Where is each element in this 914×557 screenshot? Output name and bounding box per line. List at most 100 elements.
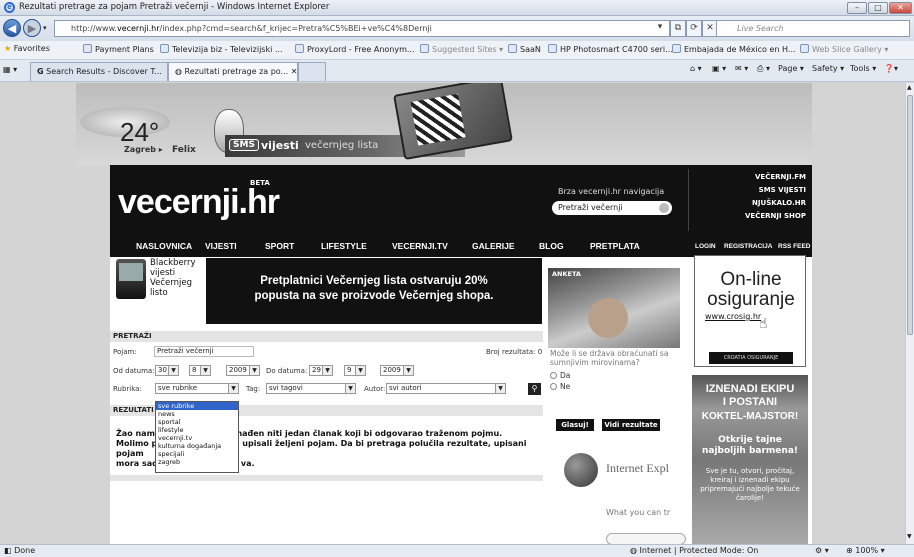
koktel-ad[interactable]: IZNENADI EKIPU I POSTANI KOKTEL-MAJSTOR! … — [692, 375, 808, 544]
page-menu[interactable]: Page ▾ — [778, 64, 804, 73]
fav-item[interactable]: ProxyLord - Free Anonym... — [295, 44, 415, 54]
option[interactable]: specijali — [156, 450, 238, 458]
security-icon[interactable]: ⚙ ▾ — [815, 545, 829, 557]
nav-registracija[interactable]: REGISTRACIJA — [724, 243, 772, 250]
subscription-promo[interactable]: Pretplatnici Večernjeg lista ostvaruju 2… — [206, 258, 542, 324]
history-dropdown-icon[interactable]: ▾ — [43, 24, 47, 32]
address-dropdown-icon[interactable]: ▾ — [652, 20, 668, 37]
address-bar[interactable]: http://www.vecernji.hr/index.php?cmd=sea… — [54, 20, 670, 37]
quick-tabs-icon[interactable]: ▦ ▾ — [3, 65, 17, 74]
option[interactable]: kulturna događanja — [156, 442, 238, 450]
od-day-select[interactable]: 30 ▼ — [155, 365, 179, 376]
back-button[interactable]: ◀ — [3, 19, 21, 37]
ie-ad-input[interactable] — [606, 533, 686, 544]
rubrika-select[interactable]: sve rubrike ▼ — [155, 383, 239, 394]
fav-item[interactable]: Web Slice Gallery ▾ — [800, 44, 888, 54]
do-year-select[interactable]: 2009 ▼ — [380, 365, 414, 376]
do-day-select[interactable]: 29 ▼ — [309, 365, 333, 376]
link-sms-vijesti[interactable]: SMS VIJESTI — [759, 186, 806, 194]
nav-galerije[interactable]: GALERIJE — [472, 241, 515, 251]
divider — [110, 475, 543, 481]
feeds-icon[interactable]: ▣ ▾ — [712, 64, 726, 73]
crosig-ad[interactable]: On-line osiguranje www.crosig.hr ☝ CROATI… — [694, 255, 806, 367]
option[interactable]: lifestyle — [156, 426, 238, 434]
nav-lifestyle[interactable]: LIFESTYLE — [321, 241, 367, 251]
nav-rss[interactable]: RSS FEED — [778, 243, 811, 250]
autor-select[interactable]: svi autori ▼ — [386, 383, 506, 394]
print-icon[interactable]: ⎙ ▾ — [757, 64, 770, 74]
help-icon[interactable]: ❓▾ — [884, 64, 898, 73]
option[interactable]: sportal — [156, 418, 238, 426]
tag-select[interactable]: svi tagovi ▼ — [266, 383, 356, 394]
weather-city[interactable]: Zagreb ▸ — [124, 145, 163, 154]
option[interactable]: news — [156, 410, 238, 418]
zone-status[interactable]: ◍ Internet | Protected Mode: On — [630, 545, 758, 557]
beta-badge: BETA — [250, 179, 270, 187]
forward-button[interactable]: ▶ — [23, 19, 41, 37]
nav-blog[interactable]: BLOG — [539, 241, 564, 251]
scroll-thumb[interactable] — [907, 95, 913, 335]
tools-menu[interactable]: Tools ▾ — [850, 64, 876, 73]
pojam-label: Pojam: — [113, 348, 137, 356]
option[interactable]: vecernji.tv — [156, 434, 238, 442]
poll-option-yes[interactable]: Da — [550, 371, 570, 380]
live-search-input[interactable]: Live Search — [716, 20, 910, 37]
page-icon — [508, 44, 517, 53]
nav-pretplata[interactable]: PRETPLATA — [590, 241, 640, 251]
compat-view-icon[interactable]: ⧉ — [670, 20, 686, 37]
nav-sport[interactable]: SPORT — [265, 241, 294, 251]
crosig-url[interactable]: www.crosig.hr — [705, 312, 761, 321]
link-vecernji-fm[interactable]: VEČERNJI.FM — [755, 173, 806, 181]
od-year-select[interactable]: 2009 ▼ — [226, 365, 260, 376]
search-section-header: PRETRAŽI — [110, 331, 543, 342]
scroll-up-icon[interactable]: ▲ — [907, 84, 912, 91]
favorites-button[interactable]: ★ Favorites — [4, 44, 50, 53]
blackberry-phone-icon[interactable] — [116, 259, 146, 299]
search-go-icon[interactable] — [659, 203, 669, 213]
zoom-control[interactable]: ⊕ 100% ▾ — [846, 545, 885, 557]
quick-nav-search[interactable]: Pretraži večernji — [552, 201, 672, 215]
new-tab-button[interactable] — [298, 62, 326, 81]
status-text: ◧ Done — [4, 546, 36, 555]
fav-item[interactable]: SaaN — [508, 44, 541, 54]
radio-icon[interactable] — [550, 372, 557, 379]
nav-vijesti[interactable]: VIJESTI — [205, 241, 237, 251]
fav-item[interactable]: Televizija biz - Televizijski ... — [160, 44, 283, 54]
close-button[interactable]: ✕ — [889, 2, 912, 14]
vertical-scrollbar[interactable]: ▲ ▼ — [905, 83, 914, 544]
do-month-select[interactable]: 9 ▼ — [344, 365, 366, 376]
mail-icon[interactable]: ✉ ▾ — [735, 64, 748, 73]
fav-item[interactable]: Embajada de México en H... — [672, 44, 796, 54]
blackberry-promo[interactable]: Blackberry vijesti Večernjeg listo — [150, 258, 196, 298]
option[interactable]: sve rubrike — [156, 402, 238, 410]
safety-menu[interactable]: Safety ▾ — [812, 64, 844, 73]
fav-item[interactable]: Payment Plans — [83, 44, 154, 54]
maximize-button[interactable]: □ — [868, 2, 888, 14]
scroll-down-icon[interactable]: ▼ — [907, 533, 912, 540]
ie-ad[interactable]: Internet Expl What you can tr — [564, 453, 694, 544]
radio-icon[interactable] — [550, 383, 557, 390]
nav-vecernji-tv[interactable]: VECERNJI.TV — [392, 241, 448, 251]
search-button[interactable]: ⚲ — [528, 383, 541, 395]
close-tab-icon[interactable]: ✕ — [291, 67, 297, 76]
link-njuskalo[interactable]: NJUŠKALO.HR — [752, 199, 806, 207]
tab-rezultati[interactable]: ◍ Rezultati pretrage za po... ✕ — [168, 62, 298, 81]
tab-search-results[interactable]: G Search Results - Discover T... — [30, 62, 168, 81]
poll-option-no[interactable]: Ne — [550, 382, 570, 391]
fav-item[interactable]: HP Photosmart C4700 seri... — [548, 44, 673, 54]
rubrika-dropdown-list[interactable]: sve rubrike news sportal lifestyle vecer… — [155, 401, 239, 473]
pojam-input[interactable]: Pretraži večernji — [154, 346, 254, 357]
poll-results-button[interactable]: Vidi rezultate — [602, 419, 660, 431]
od-month-select[interactable]: 8 ▼ — [189, 365, 211, 376]
option[interactable]: zagreb — [156, 458, 238, 466]
vote-button[interactable]: Glasuj! — [556, 419, 594, 431]
minimize-button[interactable]: – — [847, 2, 867, 14]
home-icon[interactable]: ⌂ ▾ — [690, 64, 702, 73]
nav-naslovnica[interactable]: NASLOVNICA — [136, 241, 192, 251]
site-logo[interactable]: vecernji.hr — [118, 183, 280, 222]
refresh-icon[interactable]: ⟳ — [686, 20, 702, 37]
nav-login[interactable]: LOGIN — [695, 243, 716, 250]
fav-item[interactable]: Suggested Sites ▾ — [420, 44, 503, 54]
link-vecernji-shop[interactable]: VEČERNJI SHOP — [745, 212, 806, 220]
koktel-body: Sve je tu, otvori, pročitaj, kreiraj i i… — [700, 467, 800, 502]
